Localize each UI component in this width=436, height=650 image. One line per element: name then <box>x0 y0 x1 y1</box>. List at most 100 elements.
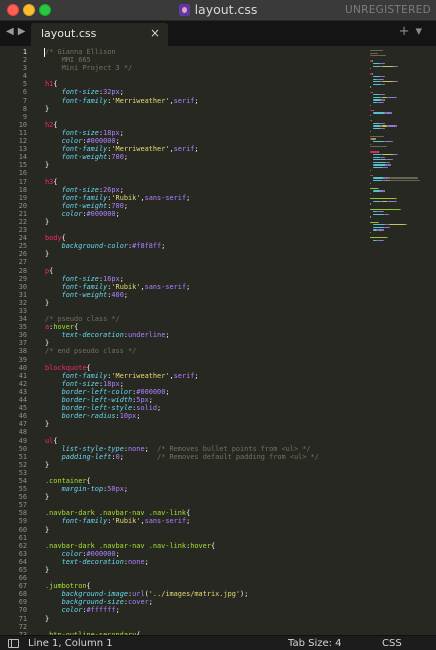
code-line: color:#000000; <box>45 137 319 145</box>
line-number: 55 <box>18 485 27 494</box>
line-number: 71 <box>18 614 27 623</box>
code-token: #000000 <box>86 549 116 558</box>
code-token: ; <box>119 128 124 137</box>
minimap-segment <box>383 156 385 158</box>
code-line: font-size:32px; <box>45 88 319 96</box>
code-line: font-family:'Rubik',sans-serif; <box>45 194 319 202</box>
forward-arrow-icon[interactable]: ▶ <box>18 26 30 37</box>
code-token: 'Rubik' <box>111 517 141 526</box>
code-token: font-family <box>61 371 108 380</box>
code-line: } <box>45 299 319 307</box>
minimap-segment <box>384 83 386 86</box>
minimap-segment <box>373 76 380 78</box>
code-line: p{ <box>45 267 319 275</box>
code-token: background-color <box>61 242 128 251</box>
code-line: background-color:#f8f8ff; <box>45 242 319 250</box>
line-number: 36 <box>18 331 27 340</box>
minimap-segment <box>370 208 396 210</box>
back-arrow-icon[interactable]: ◀ <box>6 26 18 37</box>
minimap-segment <box>397 81 398 83</box>
tab-bar: ◀▶ layout.css × +▾ <box>0 21 436 46</box>
syntax-selector[interactable]: CSS <box>382 638 402 649</box>
code-token: 'Merriweather' <box>111 371 170 380</box>
code-token: MMI 665 <box>45 56 91 65</box>
code-token: ; <box>144 444 158 453</box>
minimap-segment <box>383 94 385 96</box>
code-token: font-family <box>61 517 108 526</box>
line-number: 28 <box>18 266 27 275</box>
tab-layout-css[interactable]: layout.css × <box>31 23 168 46</box>
code-token: 700 <box>111 153 124 162</box>
minimap-segment <box>373 154 382 156</box>
line-number: 21 <box>18 209 27 218</box>
line-number: 62 <box>18 541 27 550</box>
code-editor[interactable]: 1 2 3 4 5 6 7 8 9 10 11 12 13 14 15 16 17 18 19 20 21 22 23 24 2… <box>0 46 436 635</box>
minimap-segment <box>382 78 384 80</box>
code-line: font-weight:700; <box>45 153 319 161</box>
code-token: serif <box>173 96 195 105</box>
code-line: border-radius:10px; <box>45 412 319 420</box>
line-number: 72 <box>18 622 27 631</box>
minimap-segment <box>370 143 371 145</box>
code-token: hover <box>190 541 211 550</box>
line-number: 1 <box>22 48 27 56</box>
code-token: ; <box>186 282 191 291</box>
cursor-position[interactable]: Line 1, Column 1 <box>28 638 113 649</box>
code-token: font-size <box>61 88 99 97</box>
new-tab-icon[interactable]: + <box>399 24 416 39</box>
minimap-segment <box>373 112 385 114</box>
minimap-segment <box>371 73 373 75</box>
minimap[interactable] <box>366 46 436 635</box>
line-number: 54 <box>18 476 27 485</box>
minimap-segment <box>382 239 384 242</box>
tab-size-selector[interactable]: Tab Size: 4 <box>288 638 342 649</box>
code-token: font-family <box>61 193 108 202</box>
tab-menu-chevron-icon[interactable]: ▾ <box>415 24 428 39</box>
code-token: ; <box>119 88 124 97</box>
line-number: 68 <box>18 590 27 599</box>
toggle-panel-icon[interactable] <box>8 639 19 648</box>
line-number: 41 <box>18 371 27 380</box>
close-tab-icon[interactable]: × <box>150 26 160 40</box>
minimap-segment <box>390 177 418 179</box>
code-line: font-size:16px; <box>45 275 319 283</box>
code-token: serif <box>173 145 195 154</box>
code-line: } <box>45 161 319 169</box>
minimap-segment <box>373 63 380 65</box>
code-token: .navbar-dark .navbar-nav .nav-link <box>45 541 187 550</box>
line-numbers: 1 2 3 4 5 6 7 8 9 10 11 12 13 14 15 16 17 18 19 20 21 22 23 24 2… <box>0 48 27 635</box>
code-token: { <box>53 177 58 186</box>
code-token: ; <box>186 193 191 202</box>
code-token: sans-serif <box>144 282 187 291</box>
code-token: 18px <box>103 379 120 388</box>
code-token: { <box>86 582 91 591</box>
code-text[interactable]: /* Gianna Ellison MMI 665 Mini Project 3… <box>45 48 319 635</box>
minimap-segment <box>370 198 396 200</box>
line-number: 24 <box>18 234 27 243</box>
minimap-segment <box>373 164 386 166</box>
code-token: ; <box>115 209 120 218</box>
code-token: 700 <box>111 201 124 210</box>
minimap-segment <box>373 167 383 169</box>
code-token: 'Merriweather' <box>111 96 170 105</box>
minimap-segment <box>370 203 371 205</box>
line-number: 42 <box>18 379 27 388</box>
minimap-segment <box>370 130 371 132</box>
line-number: 23 <box>18 226 27 235</box>
code-line: blockquote{ <box>45 364 319 372</box>
minimap-segment <box>373 226 385 229</box>
line-number: 13 <box>18 145 27 154</box>
line-number: 53 <box>18 468 27 477</box>
minimap-segment <box>373 156 380 158</box>
